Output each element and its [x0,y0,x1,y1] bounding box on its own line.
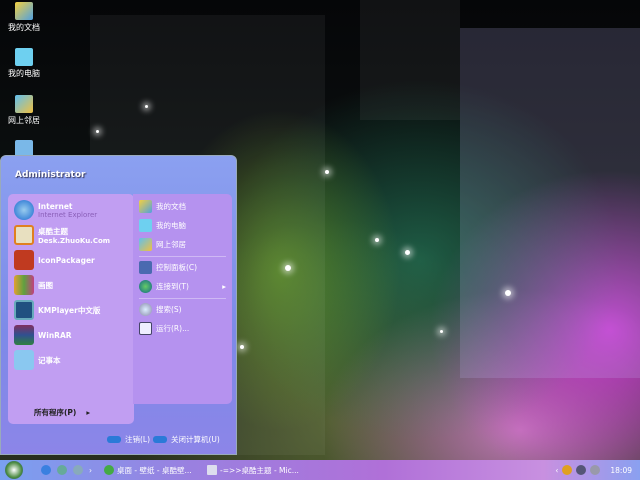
desktop-icon[interactable] [73,465,83,475]
menu-item-notepad[interactable]: 记事本 [14,350,61,370]
ie-icon[interactable] [41,465,51,475]
menu-item-paint[interactable]: 画图 [14,275,53,295]
icon-label: 我的电脑 [8,69,40,78]
programs-pane: Internet Internet Explorer 桌酷主题 Desk.ZhuoK… [8,194,134,424]
winrar-icon [14,325,34,345]
start-menu: Administrator Internet Internet Explorer … [0,155,237,455]
shutdown-button[interactable]: 关闭计算机(U) [153,434,220,445]
item-label: 我的电脑 [156,221,186,230]
item-label: 控制面板(C) [156,263,198,272]
menu-item-winrar[interactable]: WinRAR [14,325,72,345]
power-icon [153,436,167,443]
divider [139,298,226,299]
sparkle [405,250,410,255]
logoff-label: 注销(L) [125,435,151,444]
globe-icon [139,280,152,293]
item-label: 运行(R)... [156,324,190,333]
menu-item-theme[interactable]: 桌酷主题 Desk.ZhuoKu.Com [14,225,110,245]
quick-launch: › [41,465,92,475]
item-title: Internet [38,201,73,211]
item-title: KMPlayer中文版 [38,305,101,315]
ie-icon [14,200,34,220]
network-icon[interactable] [590,465,601,475]
divider [139,256,226,257]
menu-item-connect-to[interactable]: 连接到(T) ▸ [139,280,226,293]
item-title: WinRAR [38,330,72,340]
icon-label: 网上邻居 [8,116,40,125]
notepad-icon [14,350,34,370]
sparkle [440,330,443,333]
volume-icon[interactable] [576,465,587,475]
menu-item-my-documents[interactable]: 我的文档 [139,200,186,213]
item-label: 搜索(S) [156,305,182,314]
item-label: 连接到(T) [156,282,189,291]
menu-item-search[interactable]: 搜索(S) [139,303,182,316]
task-label: 桌面 - 壁纸 - 桌酷壁... [117,465,192,475]
sparkle [145,105,148,108]
wallpaper-beam [460,28,640,378]
item-subtitle: Internet Explorer [38,210,98,219]
task-button[interactable]: -=>>桌酷主题 - Mic... [207,465,299,476]
sparkle [240,345,244,349]
item-subtitle: Desk.ZhuoKu.Com [38,236,111,245]
iconpackager-icon [14,250,34,270]
item-title: 记事本 [38,355,61,365]
desktop-icon-network[interactable]: 网上邻居 [2,95,46,126]
search-icon [139,303,152,316]
computer-icon [15,48,33,66]
sparkle [375,238,379,242]
user-name: Administrator [15,170,86,180]
item-title: 桌酷主题 [38,226,68,236]
menu-item-run[interactable]: 运行(R)... [139,322,189,335]
all-programs-label: 所有程序(P) [34,408,77,417]
system-tray: ‹ 18:09 [555,465,632,475]
shutdown-label: 关闭计算机(U) [171,435,220,444]
sparkle [96,130,99,133]
paint-icon [14,275,34,295]
theme-icon [14,225,34,245]
run-icon [139,322,152,335]
arrow-right-icon: ▸ [222,282,226,291]
all-programs-button[interactable]: 所有程序(P) ▸ [34,407,90,418]
start-button[interactable] [5,461,23,479]
menu-item-control-panel[interactable]: 控制面板(C) [139,261,197,274]
menu-item-my-computer[interactable]: 我的电脑 [139,219,186,232]
network-icon [139,238,152,251]
sparkle [505,290,511,296]
task-label: -=>>桌酷主题 - Mic... [220,465,299,475]
chevron-right-icon[interactable]: › [89,466,92,475]
ie-icon [104,465,114,475]
places-pane: 我的文档 我的电脑 网上邻居 控制面板(C) 连接到(T) ▸ 搜索(S) 运行(… [133,194,232,404]
task-button[interactable]: 桌面 - 壁纸 - 桌酷壁... [104,465,199,476]
desktop-icon-my-documents[interactable]: 我的文档 [2,2,46,33]
taskbar: › 桌面 - 壁纸 - 桌酷壁... -=>>桌酷主题 - Mic... ‹ 1… [0,460,640,480]
folder-icon [139,200,152,213]
tray-expand-icon[interactable]: ‹ [555,466,558,475]
sparkle [325,170,329,174]
logoff-button[interactable]: 注销(L) [107,434,150,445]
arrow-right-icon: ▸ [86,408,91,417]
clock[interactable]: 18:09 [610,466,632,475]
media-icon[interactable] [57,465,67,475]
sparkle [285,265,291,271]
logoff-icon [107,436,121,443]
document-icon [207,465,217,475]
network-icon [15,95,33,113]
computer-icon [139,219,152,232]
menu-item-iconpackager[interactable]: IconPackager [14,250,95,270]
control-panel-icon [139,261,152,274]
qq-icon[interactable] [562,465,573,475]
kmplayer-icon [14,300,34,320]
menu-item-internet[interactable]: Internet Internet Explorer [14,200,97,220]
item-title: IconPackager [38,255,95,265]
wallpaper-beam [360,0,460,120]
item-label: 网上邻居 [156,240,186,249]
item-label: 我的文档 [156,202,186,211]
menu-item-kmplayer[interactable]: KMPlayer中文版 [14,300,100,320]
folder-icon [15,2,33,20]
menu-item-network[interactable]: 网上邻居 [139,238,186,251]
item-title: 画图 [38,280,53,290]
desktop-icon-my-computer[interactable]: 我的电脑 [2,48,46,79]
icon-label: 我的文档 [8,23,40,32]
